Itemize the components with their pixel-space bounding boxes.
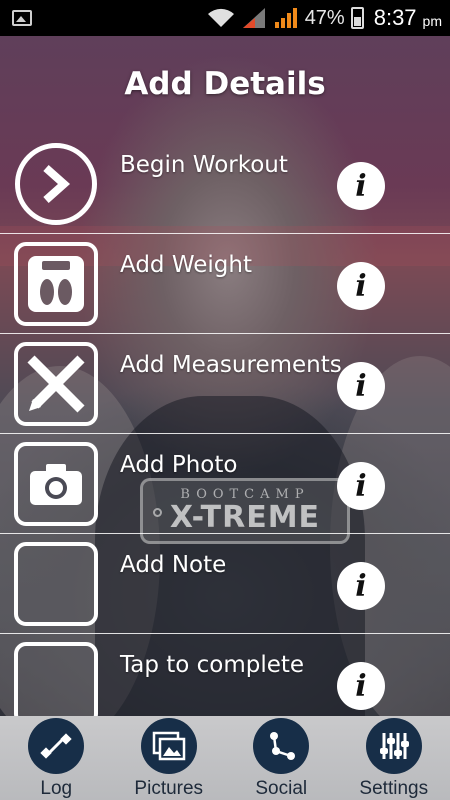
list-item-begin-workout[interactable]: Begin Workout i xyxy=(0,134,450,234)
info-icon[interactable]: i xyxy=(337,162,385,210)
page-title: Add Details xyxy=(124,66,326,102)
pictures-icon xyxy=(140,718,197,774)
tab-pictures[interactable]: Pictures xyxy=(113,716,226,800)
list-item-label: Add Measurements xyxy=(120,352,342,378)
dumbbell-icon xyxy=(28,718,85,774)
scale-icon xyxy=(14,242,98,326)
blank-box-icon xyxy=(14,542,98,626)
status-bar: 47% 8:37 pm xyxy=(0,0,450,36)
battery-icon xyxy=(350,7,364,29)
tab-log[interactable]: Log xyxy=(0,716,113,800)
list-item-label: Tap to complete xyxy=(120,652,305,678)
info-icon[interactable]: i xyxy=(337,662,385,710)
tab-social[interactable]: Social xyxy=(225,716,338,800)
list-item-label: Add Note xyxy=(120,552,227,578)
tab-label: Log xyxy=(40,778,73,799)
clock-ampm: pm xyxy=(422,13,442,29)
tab-label: Social xyxy=(255,778,308,799)
wifi-icon xyxy=(207,8,234,27)
tab-label: Settings xyxy=(359,778,429,799)
list-item-add-note[interactable]: Add Note i xyxy=(0,534,450,634)
signal-icon-2 xyxy=(274,8,297,28)
list-item-label: Add Weight xyxy=(120,252,252,278)
tab-settings[interactable]: Settings xyxy=(338,716,450,800)
info-icon[interactable]: i xyxy=(337,462,385,510)
list-item-add-weight[interactable]: Add Weight i xyxy=(0,234,450,334)
chevron-right-icon xyxy=(15,143,97,225)
list-item-label: Begin Workout xyxy=(120,152,288,178)
info-icon[interactable]: i xyxy=(337,362,385,410)
info-icon[interactable]: i xyxy=(337,562,385,610)
list-item-label: Add Photo xyxy=(120,452,238,478)
details-list: Begin Workout i Add Weight i Add Measure… xyxy=(0,134,450,734)
signal-icon-1 xyxy=(242,8,265,28)
blank-box-icon xyxy=(14,642,98,726)
image-notification-icon xyxy=(12,10,32,26)
tab-label: Pictures xyxy=(134,778,204,799)
bottom-tab-bar: Log Pictures Social Settings xyxy=(0,716,450,800)
list-item-add-photo[interactable]: Add Photo i xyxy=(0,434,450,534)
sliders-icon xyxy=(365,718,422,774)
clock: 8:37 xyxy=(373,5,417,30)
ruler-pencil-icon xyxy=(14,342,98,426)
info-icon[interactable]: i xyxy=(337,262,385,310)
camera-icon xyxy=(14,442,98,526)
battery-percent: 47% xyxy=(304,6,345,29)
share-nodes-icon xyxy=(253,718,310,774)
list-item-add-measurements[interactable]: Add Measurements i xyxy=(0,334,450,434)
